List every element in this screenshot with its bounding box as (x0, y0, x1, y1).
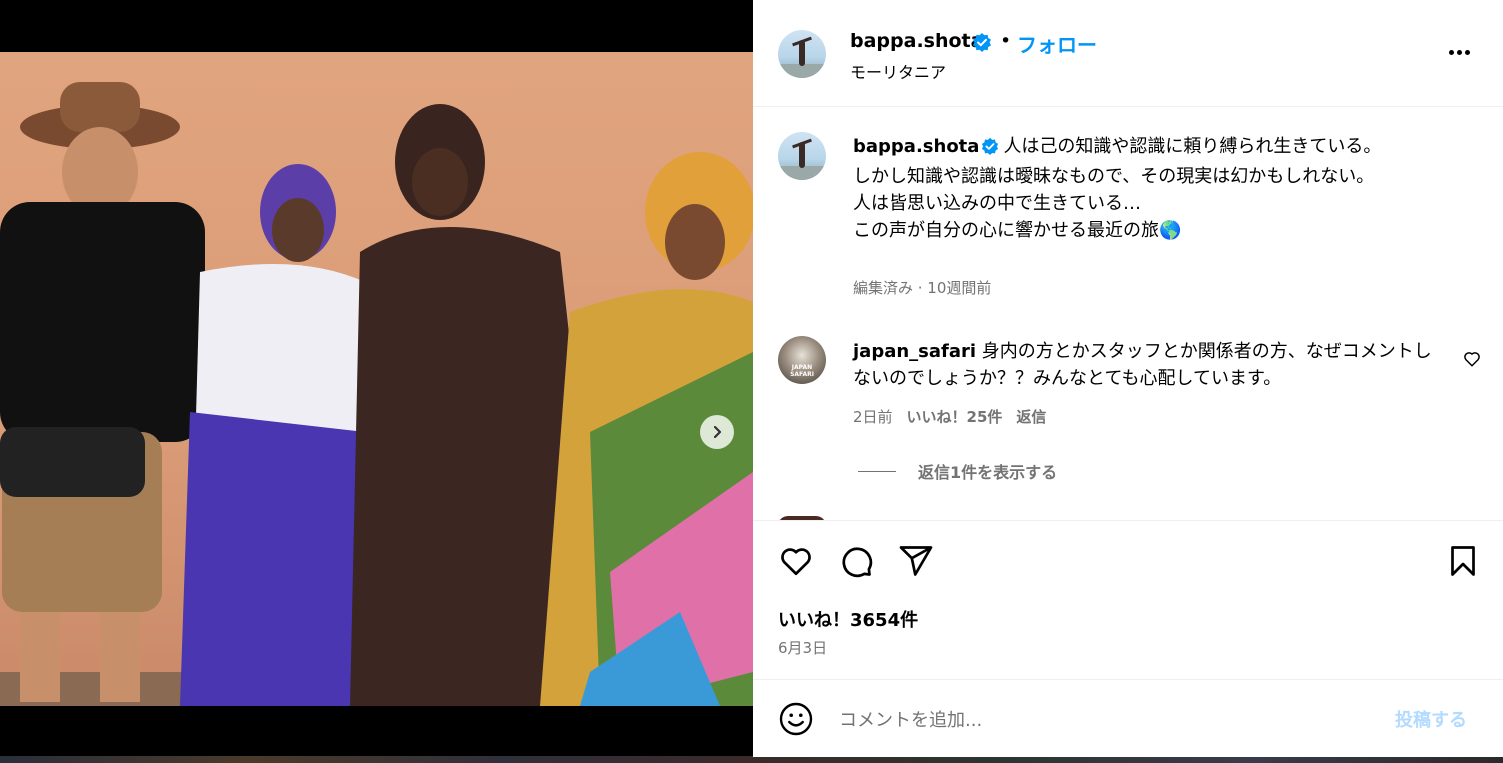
follow-button[interactable]: フォロー (1017, 29, 1097, 58)
comment-body: japan_safari 身内の方とかスタッフとか関係者の方、なぜコメントしない… (853, 338, 1443, 392)
post-header: bappa.shota • フォロー モーリタニア (753, 0, 1503, 107)
carousel-next-button[interactable] (700, 415, 734, 449)
comment-likes[interactable]: いいね！25件 (907, 406, 1003, 427)
share-icon[interactable] (898, 543, 934, 583)
reply-button[interactable]: 返信 (1016, 406, 1046, 427)
comment-time[interactable]: 2日前 (853, 406, 893, 427)
post-date[interactable]: 6月3日 (778, 637, 827, 658)
comment-icon[interactable] (838, 543, 874, 583)
heart-icon[interactable] (778, 543, 814, 583)
caption-username[interactable]: bappa.shota (853, 136, 979, 157)
view-replies-label: 返信1件を表示する (918, 463, 1058, 482)
post-photo[interactable] (0, 52, 753, 706)
post-comment-button[interactable]: 投稿する (1395, 706, 1467, 732)
bookmark-icon[interactable] (1445, 543, 1481, 583)
chevron-right-icon (713, 425, 722, 439)
verified-badge-icon (981, 136, 999, 163)
post-actions: いいね！3654件 6月3日 (753, 520, 1503, 681)
photo-illustration (0, 82, 753, 706)
post-details-panel: bappa.shota • フォロー モーリタニア bappa.shota 人は己… (753, 0, 1503, 757)
comment-meta: 2日前 いいね！25件 返信 (853, 406, 1046, 427)
commenter-avatar[interactable]: JAPAN SAFARI (778, 336, 826, 384)
author-username[interactable]: bappa.shota (850, 30, 983, 52)
commenter-username[interactable]: japan_safari (853, 341, 976, 362)
more-options-icon[interactable] (1449, 50, 1470, 55)
emoji-icon[interactable] (778, 701, 814, 741)
comment-input[interactable] (837, 704, 1361, 736)
caption-meta: 編集済み · 10週間前 (853, 279, 992, 297)
view-replies-button[interactable]: 返信1件を表示する (858, 459, 1057, 483)
comments-scroll-area[interactable]: bappa.shota 人は己の知識や認識に頼り縛られ生きている。 しかし知識や認… (753, 106, 1503, 520)
comment-heart-icon[interactable] (1463, 350, 1481, 372)
author-avatar[interactable] (778, 30, 826, 78)
caption-body: bappa.shota 人は己の知識や認識に頼り縛られ生きている。 しかし知識や認… (853, 133, 1443, 244)
photo-viewer (0, 0, 753, 763)
add-comment-bar: 投稿する (753, 679, 1503, 758)
commenter-avatar-label: JAPAN SAFARI (790, 364, 814, 378)
post-location[interactable]: モーリタニア (850, 59, 946, 83)
likes-count[interactable]: いいね！3654件 (778, 606, 918, 632)
separator-dot: • (1000, 30, 1012, 52)
replies-divider (858, 470, 896, 472)
verified-badge-icon (972, 32, 992, 56)
caption-author-avatar[interactable] (778, 132, 826, 180)
